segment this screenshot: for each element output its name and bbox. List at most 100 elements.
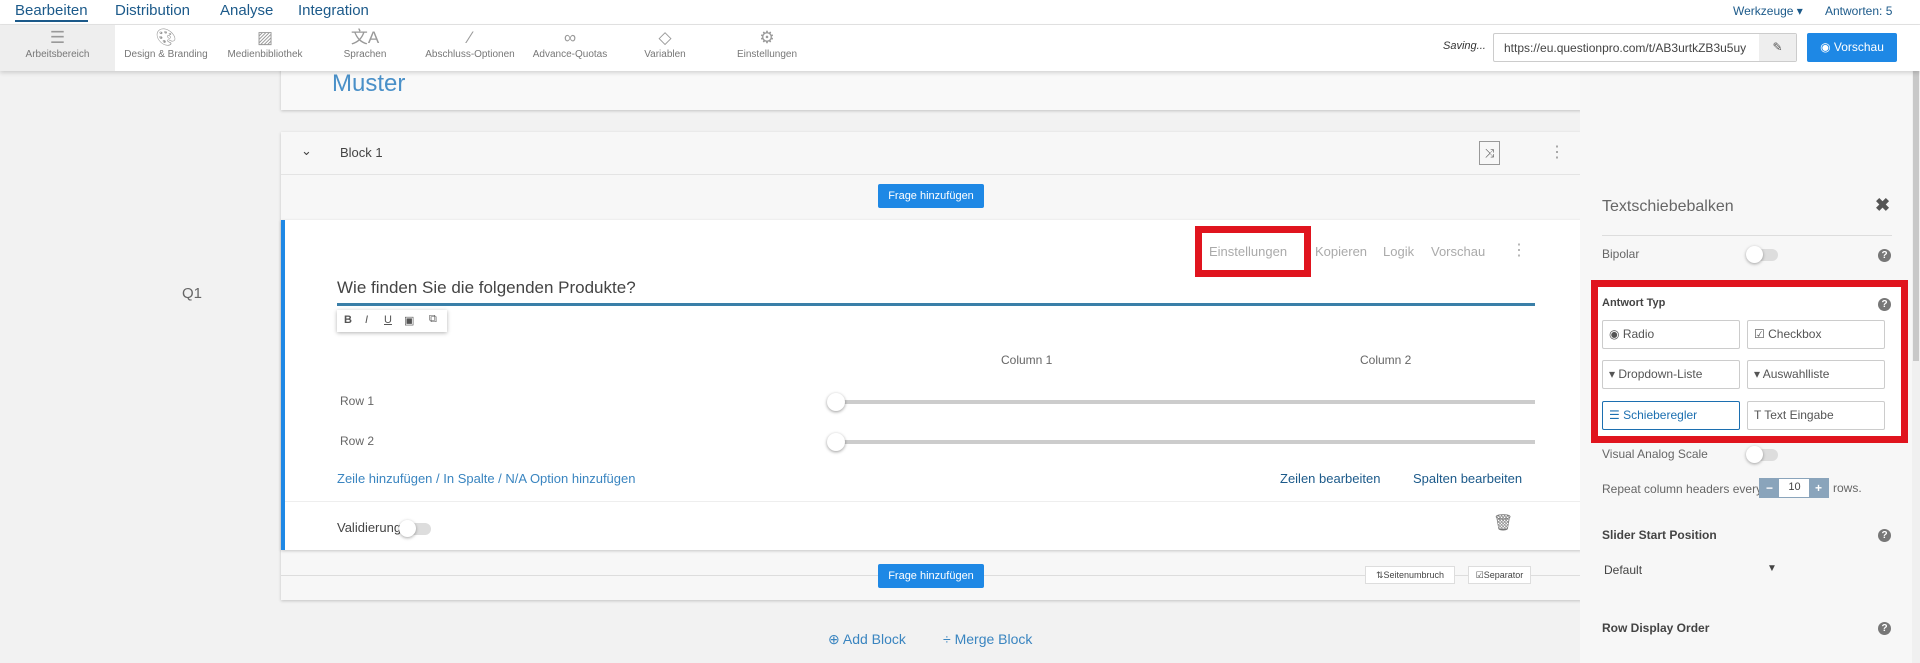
repeat-headers-value[interactable]: 10 [1779,481,1810,493]
italic-button[interactable]: I [365,314,368,326]
tool-label: Medienbibliothek [227,49,303,60]
add-block-button[interactable]: ⊕ Add Block [828,631,906,648]
slider-start-select[interactable]: Default ▼ [1602,559,1782,583]
tool-arbeitsbereich[interactable]: ☰ Arbeitsbereich [0,25,115,71]
block-card: ⌄ Block 1 ⤨ ⋮ Frage hinzufügen Einstellu… [281,132,1582,600]
type-slider[interactable]: ☰ Schieberegler [1602,401,1740,430]
tool-label: Design & Branding [124,49,208,60]
slider-thumb[interactable] [827,393,845,411]
trash-icon[interactable]: 🗑︎ [1493,513,1513,533]
merge-icon: ÷ [943,631,955,647]
preview-button[interactable]: ◉ Vorschau [1807,33,1897,62]
question-preview-link[interactable]: Vorschau [1431,244,1485,259]
edit-columns-link[interactable]: Spalten bearbeiten [1413,471,1522,486]
validation-toggle[interactable] [399,520,431,537]
slider-thumb[interactable] [827,433,845,451]
block-title[interactable]: Block 1 [340,145,383,160]
merge-block-label: Merge Block [954,631,1033,647]
question-text-field[interactable]: Wie finden Sie die folgenden Produkte? [337,274,1535,306]
page-break-icon: ⇅ [1375,570,1384,580]
vas-toggle[interactable] [1746,446,1778,463]
tool-variables[interactable]: ◇ Variablen [635,25,695,71]
question-more-icon[interactable]: ⋮ [1511,240,1527,260]
tool-settings[interactable]: ⚙ Einstellungen [725,25,809,71]
add-question-button-bottom[interactable]: Frage hinzufügen [878,564,984,588]
type-label: Checkbox [1768,327,1822,341]
collapse-icon[interactable]: ⌄ [301,143,312,159]
type-label: Text Eingabe [1764,408,1834,422]
top-nav: Bearbeiten Distribution Analyse Integrat… [0,0,1920,25]
tab-analyse[interactable]: Analyse [220,2,273,19]
help-icon[interactable]: ? [1878,529,1891,542]
shuffle-icon[interactable]: ⤨ [1479,141,1500,165]
survey-title[interactable]: Muster [332,70,405,98]
tab-distribution[interactable]: Distribution [115,2,190,19]
image-icon[interactable]: ▣ [404,314,414,327]
slider-icon: ☰ [1609,408,1620,422]
row-slider[interactable] [835,440,1535,444]
add-row-link[interactable]: Zeile hinzufügen / In Spalte / N/A Optio… [337,471,635,486]
tool-languages[interactable]: 文A Sprachen [330,25,400,71]
type-label: Dropdown-Liste [1618,367,1703,381]
tools-menu[interactable]: Werkzeuge ▾ [1733,4,1803,18]
responses-count[interactable]: Antworten: 5 [1825,4,1892,18]
palette-icon: 🎨︎ [155,28,177,47]
type-selection-list[interactable]: ▾ Auswahlliste [1747,360,1885,389]
close-icon[interactable]: ✖ [1875,195,1890,216]
checkbox-icon: ☑ [1754,327,1765,341]
answer-type-label: Antwort Typ [1602,297,1666,309]
more-icon[interactable]: ⋮ [1549,142,1565,162]
scrollbar[interactable] [1912,71,1920,663]
bipolar-toggle[interactable] [1746,246,1778,263]
slider-start-label: Slider Start Position [1602,528,1717,542]
image-icon: ▨ [256,28,274,47]
row-slider[interactable] [835,400,1535,404]
question-logic-link[interactable]: Logik [1383,244,1414,259]
type-radio[interactable]: ◉ Radio [1602,320,1740,349]
type-text-input[interactable]: T Text Eingabe [1747,401,1885,430]
tool-media[interactable]: ▨ Medienbibliothek [220,25,310,71]
scrollbar-thumb[interactable] [1913,71,1919,361]
tag-icon: ◇ [658,28,672,47]
type-label: Radio [1622,327,1655,341]
tool-label: Abschluss-Optionen [425,49,515,60]
survey-url-field[interactable]: https://eu.questionpro.com/t/AB3urtkZB3u… [1493,33,1797,62]
help-icon[interactable]: ? [1878,249,1891,262]
separator-label: Separator [1483,570,1524,580]
type-dropdown[interactable]: ▾ Dropdown-Liste [1602,360,1740,389]
underline-button[interactable]: U [384,314,392,326]
tab-integration[interactable]: Integration [298,2,369,19]
row-label: Row 2 [340,434,375,448]
repeat-headers-stepper[interactable]: − 10 + [1759,478,1829,498]
pencil-icon[interactable]: ✎ [1759,34,1796,61]
survey-url: https://eu.questionpro.com/t/AB3urtkZB3u… [1504,41,1747,55]
checkbox-icon: ☑ [1475,570,1484,580]
edit-rows-link[interactable]: Zeilen bearbeiten [1280,471,1380,486]
tool-quotas[interactable]: ∞ Advance-Quotas [525,25,615,71]
column-header: Column 1 [1001,353,1053,367]
block-header: ⌄ Block 1 ⤨ ⋮ [281,132,1582,175]
tool-completion[interactable]: ⁄ Abschluss-Optionen [410,25,530,71]
question-copy-link[interactable]: Kopieren [1315,244,1367,259]
bold-button[interactable]: B [344,314,352,326]
question-settings-link[interactable]: Einstellungen [1209,244,1287,259]
merge-block-button[interactable]: ÷ Merge Block [943,631,1032,647]
validation-label: Validierung [337,520,402,535]
page-break-button[interactable]: ⇅Seitenumbruch [1365,566,1455,584]
help-icon[interactable]: ? [1878,622,1891,635]
saving-status: Saving... [1443,40,1486,52]
language-icon: 文A [350,28,380,47]
help-icon[interactable]: ? [1878,298,1891,311]
type-checkbox[interactable]: ☑ Checkbox [1747,320,1885,349]
slider-start-value: Default [1604,563,1643,577]
dropdown-icon: ▾ [1754,367,1761,381]
plus-circle-icon: ⊕ [828,631,843,647]
separator-button[interactable]: ☑Separator [1468,566,1531,584]
add-question-button[interactable]: Frage hinzufügen [878,184,984,208]
link-icon: ∞ [563,28,577,47]
plus-button[interactable]: + [1809,479,1828,497]
external-link-icon[interactable]: ⧉ [429,313,437,326]
tool-design[interactable]: 🎨︎ Design & Branding [118,25,214,71]
minus-button[interactable]: − [1760,479,1779,497]
tab-bearbeiten[interactable]: Bearbeiten [15,2,88,22]
